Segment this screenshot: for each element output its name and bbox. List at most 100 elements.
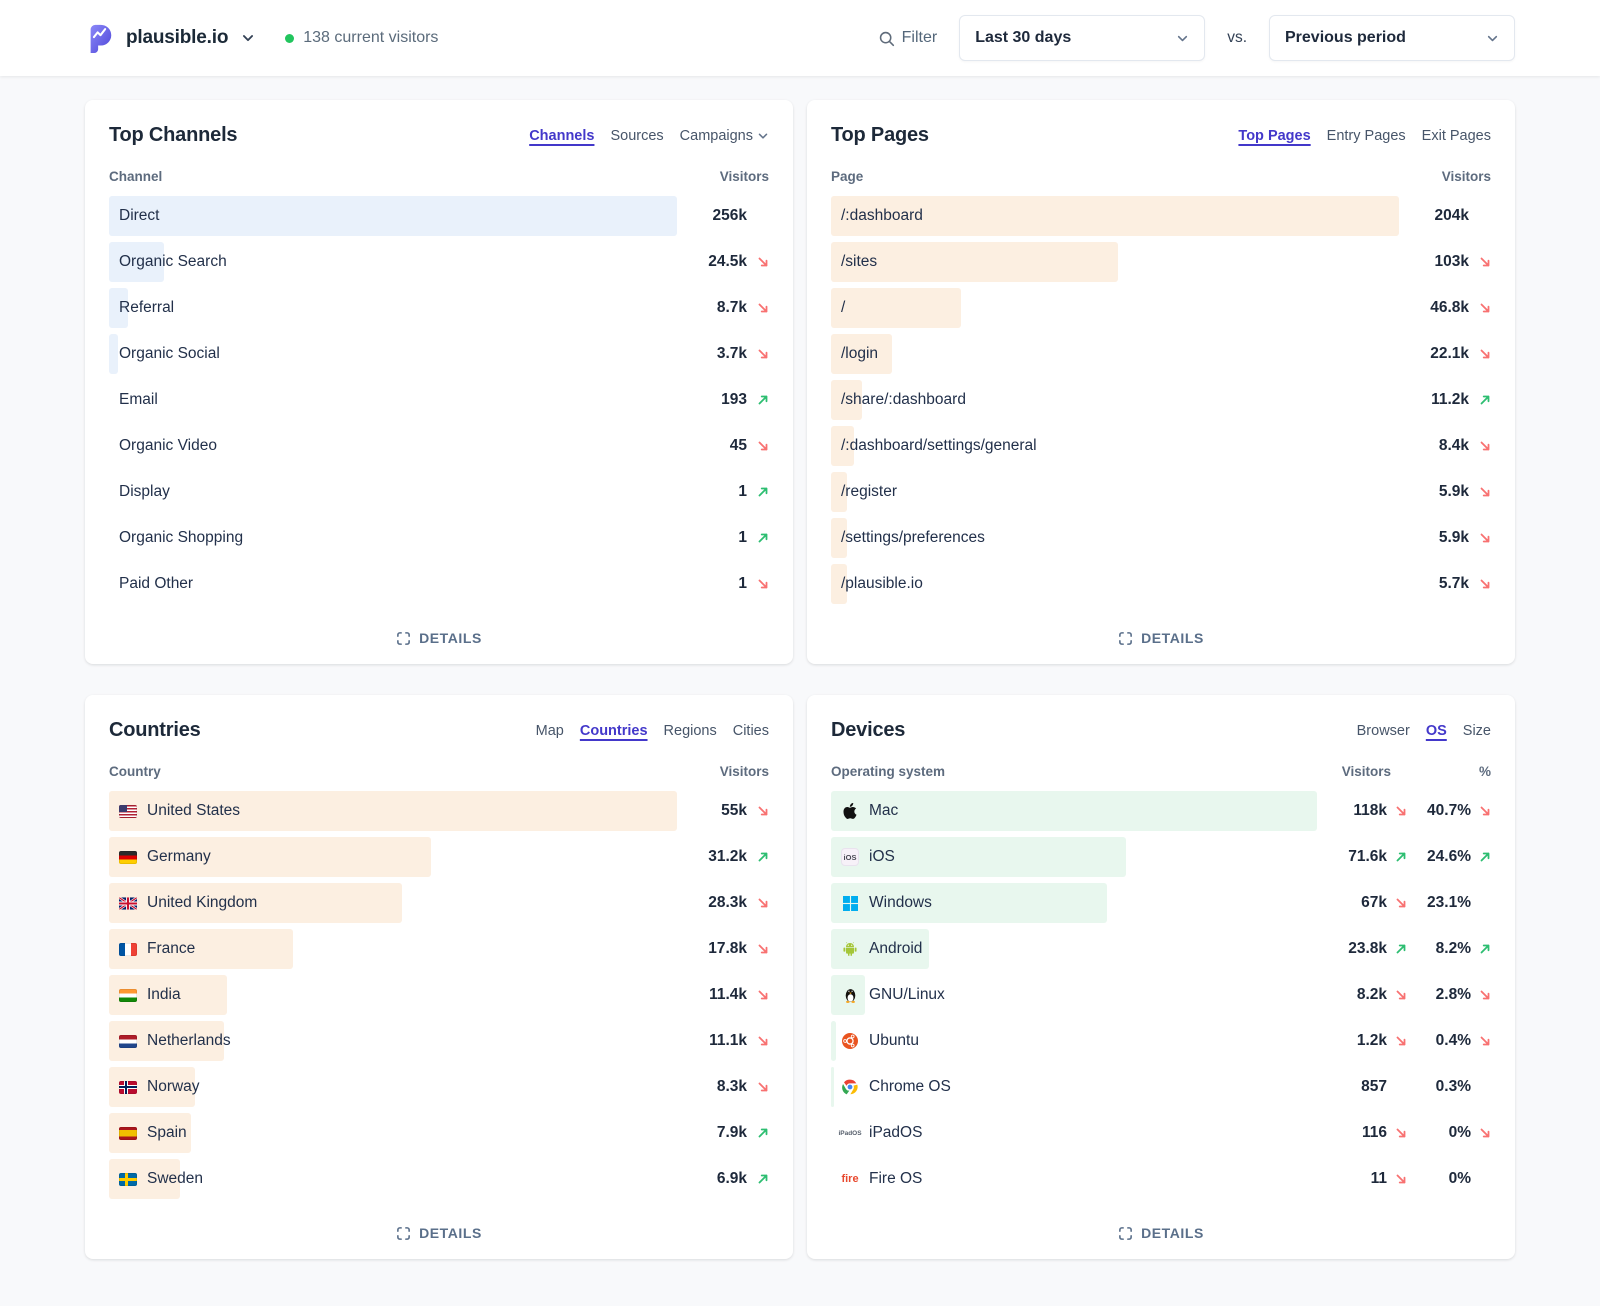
row-label: United Kingdom — [147, 894, 257, 912]
details-button[interactable]: DETAILS — [396, 618, 482, 648]
table-row[interactable]: Windows67k23.1% — [831, 883, 1491, 923]
table-row[interactable]: India11.4k — [109, 975, 769, 1015]
visitors-value-number: 116 — [1317, 1124, 1387, 1142]
table-row[interactable]: Organic Search24.5k — [109, 242, 769, 282]
details-label: DETAILS — [419, 1225, 482, 1241]
tab-campaigns[interactable]: Campaigns — [680, 128, 769, 144]
table-row[interactable]: /register5.9k — [831, 472, 1491, 512]
column-header-operating-system: Operating system — [831, 764, 1301, 779]
filter-button[interactable]: Filter — [878, 29, 938, 47]
panel-tabs: Browser OS Size — [1357, 723, 1491, 739]
visitors-value: 17.8k — [677, 940, 769, 958]
table-row[interactable]: /:dashboard204k — [831, 196, 1491, 236]
visitors-value-number: 1 — [677, 575, 747, 593]
tab-label: Size — [1463, 723, 1491, 739]
table-row[interactable]: Ubuntu1.2k0.4% — [831, 1021, 1491, 1061]
table-row[interactable]: France 17.8k — [109, 929, 769, 969]
tab-map[interactable]: Map — [536, 723, 564, 739]
site-switcher[interactable]: plausible.io — [85, 23, 255, 53]
table-row[interactable]: Organic Video45 — [109, 426, 769, 466]
table-row[interactable]: iOSiOS71.6k24.6% — [831, 837, 1491, 877]
trend-down-icon — [1395, 1127, 1407, 1139]
table-row[interactable]: /settings/preferences5.9k — [831, 518, 1491, 558]
tab-label: Sources — [610, 128, 663, 144]
row-label: Netherlands — [147, 1032, 231, 1050]
table-row[interactable]: Spain7.9k — [109, 1113, 769, 1153]
tab-label: Countries — [580, 723, 648, 739]
details-button[interactable]: DETAILS — [1118, 618, 1204, 648]
visitors-value: 11.1k — [677, 1032, 769, 1050]
percent-value: 40.7% — [1407, 802, 1491, 820]
compare-period-select[interactable]: Previous period — [1269, 15, 1515, 61]
tab-entry-pages[interactable]: Entry Pages — [1327, 128, 1406, 144]
tab-regions[interactable]: Regions — [664, 723, 717, 739]
table-row[interactable]: Germany31.2k — [109, 837, 769, 877]
tab-exit-pages[interactable]: Exit Pages — [1422, 128, 1491, 144]
details-button[interactable]: DETAILS — [396, 1213, 482, 1243]
table-row[interactable]: Direct256k — [109, 196, 769, 236]
current-visitors[interactable]: 138 current visitors — [285, 29, 438, 47]
table-row[interactable]: /plausible.io5.7k — [831, 564, 1491, 604]
date-range-select[interactable]: Last 30 days — [959, 15, 1205, 61]
chevron-down-icon — [1176, 32, 1189, 45]
panel-countries: Countries MapCountriesRegionsCities Coun… — [85, 695, 793, 1259]
table-row[interactable]: United Kingdom28.3k — [109, 883, 769, 923]
table-row[interactable]: Organic Shopping1 — [109, 518, 769, 558]
table-row[interactable]: Mac118k40.7% — [831, 791, 1491, 831]
row-label: Direct — [119, 207, 159, 225]
chevron-down-icon — [241, 31, 255, 45]
date-range-value: Last 30 days — [975, 29, 1071, 47]
table-row[interactable]: Android23.8k8.2% — [831, 929, 1491, 969]
visitors-value: 5.9k — [1399, 483, 1491, 501]
table-row[interactable]: /46.8k — [831, 288, 1491, 328]
table-row[interactable]: Organic Social3.7k — [109, 334, 769, 374]
tab-channels[interactable]: Channels — [529, 128, 594, 144]
table-row[interactable]: Netherlands 11.1k — [109, 1021, 769, 1061]
tab-browser[interactable]: Browser — [1357, 723, 1410, 739]
percent-value: 24.6% — [1407, 848, 1491, 866]
details-label: DETAILS — [419, 630, 482, 646]
table-row[interactable]: /sites103k — [831, 242, 1491, 282]
trend-up-icon — [757, 394, 769, 406]
visitors-value: 5.9k — [1399, 529, 1491, 547]
table-row[interactable]: /share/:dashboard11.2k — [831, 380, 1491, 420]
visitors-value: 8.2k — [1317, 986, 1407, 1004]
table-row[interactable]: Referral8.7k — [109, 288, 769, 328]
table-row[interactable]: Display1 — [109, 472, 769, 512]
table-row[interactable]: fireFire OS110% — [831, 1159, 1491, 1199]
tab-os[interactable]: OS — [1426, 723, 1447, 739]
table-row[interactable]: Sweden6.9k — [109, 1159, 769, 1199]
tab-label: Regions — [664, 723, 717, 739]
table-row[interactable]: /login22.1k — [831, 334, 1491, 374]
table-row[interactable]: Paid Other1 — [109, 564, 769, 604]
trend-down-icon — [757, 805, 769, 817]
rows-list: Direct256k Organic Search24.5k Referral8.7… — [109, 196, 769, 618]
chrome-icon — [841, 1078, 859, 1096]
column-headers: Operating systemVisitors% — [831, 764, 1491, 779]
table-row[interactable]: iPadOSiPadOS1160% — [831, 1113, 1491, 1153]
trend-down-icon — [1395, 1035, 1407, 1047]
row-label: France — [147, 940, 195, 958]
table-row[interactable]: Norway8.3k — [109, 1067, 769, 1107]
tab-cities[interactable]: Cities — [733, 723, 769, 739]
visitors-value: 8.4k — [1399, 437, 1491, 455]
panel-top-channels: Top Channels ChannelsSourcesCampaigns Ch… — [85, 100, 793, 664]
tab-top-pages[interactable]: Top Pages — [1238, 128, 1310, 144]
tab-size[interactable]: Size — [1463, 723, 1491, 739]
filter-label: Filter — [902, 29, 938, 47]
table-row[interactable]: United States55k — [109, 791, 769, 831]
details-button[interactable]: DETAILS — [1118, 1213, 1204, 1243]
panel-tabs: Top Pages Entry Pages Exit Pages — [1238, 128, 1491, 144]
table-row[interactable]: /:dashboard/settings/general8.4k — [831, 426, 1491, 466]
table-row[interactable]: GNU/Linux8.2k2.8% — [831, 975, 1491, 1015]
tab-sources[interactable]: Sources — [610, 128, 663, 144]
trend-down-icon — [757, 943, 769, 955]
panel-devices: Devices BrowserOSSize Operating systemVi… — [807, 695, 1515, 1259]
trend-up-icon — [1395, 943, 1407, 955]
android-icon — [841, 940, 859, 958]
trend-down-icon — [1395, 897, 1407, 909]
visitors-value-number: 857 — [1317, 1078, 1387, 1096]
table-row[interactable]: Email193 — [109, 380, 769, 420]
tab-countries[interactable]: Countries — [580, 723, 648, 739]
table-row[interactable]: Chrome OS8570.3% — [831, 1067, 1491, 1107]
